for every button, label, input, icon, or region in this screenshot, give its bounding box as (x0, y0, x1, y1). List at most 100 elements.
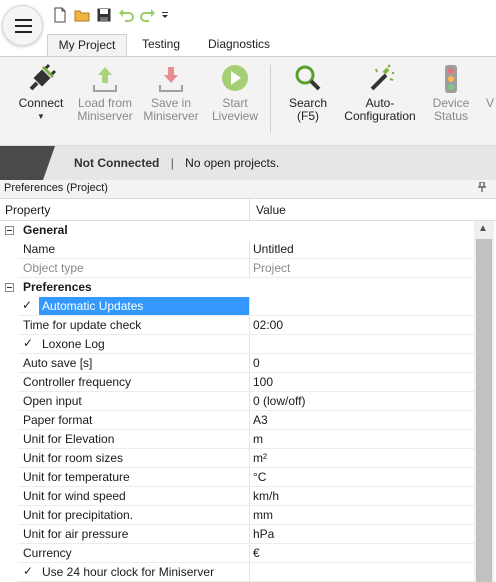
new-file-icon[interactable] (52, 7, 68, 23)
redo-icon[interactable] (140, 7, 156, 23)
category-label: General (23, 223, 68, 237)
property-name: Unit for precipitation. (23, 508, 134, 522)
property-value[interactable]: hPa (253, 525, 474, 544)
ribbon-tabs: My Project Testing Diagnostics (0, 34, 496, 57)
property-value[interactable]: 02:00 (253, 316, 474, 335)
save-in-miniserver-button[interactable]: Save in Miniserver (140, 61, 202, 123)
property-value[interactable]: m (253, 430, 474, 449)
property-name: ✓ Automatic Updates (22, 297, 249, 316)
ribbon: Connect ▼ Load from Miniserver Save in M… (0, 56, 496, 146)
tab-my-project[interactable]: My Project (47, 34, 127, 57)
tab-diagnostics[interactable]: Diagnostics (198, 34, 280, 56)
property-row[interactable]: Object type Project (0, 259, 474, 278)
property-value[interactable]: 100 (253, 373, 474, 392)
property-value[interactable] (253, 563, 474, 582)
upload-icon (74, 61, 136, 97)
property-row[interactable]: Time for update check 02:00 (0, 316, 474, 335)
connect-button[interactable]: Connect ▼ (14, 61, 68, 123)
property-row[interactable]: Unit for precipitation. mm (0, 506, 474, 525)
property-row[interactable]: ✓ Automatic Updates (0, 297, 474, 316)
property-name: Name (23, 242, 56, 256)
property-value[interactable]: km/h (253, 487, 474, 506)
undo-icon[interactable] (118, 7, 134, 23)
property-value[interactable]: 0 (low/off) (253, 392, 474, 411)
magic-wand-icon (340, 61, 420, 97)
tab-testing[interactable]: Testing (131, 34, 191, 56)
open-folder-icon[interactable] (74, 7, 90, 23)
property-value[interactable] (253, 297, 474, 316)
checkbox[interactable]: ✓ (23, 565, 37, 579)
property-value[interactable]: °C (253, 468, 474, 487)
property-rows: General Name Untitled Object type Project Pre… (0, 221, 474, 582)
play-icon (206, 61, 264, 97)
property-row[interactable]: Auto save [s] 0 (0, 354, 474, 373)
property-name: Unit for room sizes (23, 451, 124, 465)
property-column-header[interactable]: Property (5, 203, 50, 217)
status-separator: | (170, 156, 174, 170)
property-name: Unit for Elevation (23, 432, 115, 446)
property-name: Unit for air pressure (23, 527, 129, 541)
property-row[interactable]: ✓ Loxone Log (0, 335, 474, 354)
customize-caret-icon[interactable] (160, 7, 170, 23)
property-value[interactable] (253, 335, 474, 354)
panel-title: Preferences (Project) (4, 182, 108, 194)
category-row[interactable]: Preferences (0, 278, 474, 297)
property-value[interactable]: 0 (253, 354, 474, 373)
connection-status: Not Connected (74, 156, 160, 170)
checkbox[interactable]: ✓ (23, 337, 37, 351)
preferences-panel-header: Preferences (Project) (0, 180, 496, 198)
property-row[interactable]: Paper format A3 (0, 411, 474, 430)
start-liveview-button[interactable]: Start Liveview (206, 61, 264, 123)
auto-configuration-button[interactable]: Auto- Configuration (340, 61, 420, 123)
project-status: No open projects. (185, 156, 280, 170)
property-row[interactable]: Name Untitled (0, 240, 474, 259)
property-value[interactable]: € (253, 544, 474, 563)
device-status-button[interactable]: Device Status (426, 61, 476, 123)
status-stripe-decoration (0, 146, 55, 180)
property-name: Object type (23, 261, 84, 275)
category-row[interactable]: General (0, 221, 474, 240)
property-value[interactable]: mm (253, 506, 474, 525)
connect-icon (14, 61, 68, 97)
property-grid: Property Value General Name Untitled Object… (0, 198, 496, 582)
save-icon[interactable] (96, 7, 112, 23)
property-row[interactable]: Unit for air pressure hPa (0, 525, 474, 544)
property-name: Open input (23, 394, 82, 408)
pin-icon[interactable] (478, 181, 486, 195)
scrollbar-thumb[interactable] (476, 239, 492, 582)
property-row[interactable]: Unit for temperature °C (0, 468, 474, 487)
property-value[interactable]: Untitled (253, 240, 474, 259)
category-label: Preferences (23, 280, 92, 294)
ribbon-divider (270, 65, 271, 133)
property-name: Time for update check (23, 318, 142, 332)
property-row[interactable]: Unit for wind speed km/h (0, 487, 474, 506)
scroll-up-icon[interactable]: ▲ (478, 223, 488, 234)
property-name: Unit for wind speed (23, 489, 126, 503)
checkbox[interactable]: ✓ (22, 299, 36, 313)
grid-header: Property Value (0, 199, 496, 221)
vertical-scrollbar[interactable]: ▲ (474, 221, 494, 582)
property-name: ✓ Use 24 hour clock for Miniserver (23, 564, 215, 580)
overflow-ribbon-button[interactable]: V (486, 61, 496, 110)
property-row[interactable]: ✓ Use 24 hour clock for Miniserver (0, 563, 474, 582)
property-row[interactable]: Unit for room sizes m² (0, 449, 474, 468)
hamburger-menu-button[interactable] (2, 5, 43, 46)
property-row[interactable]: Unit for Elevation m (0, 430, 474, 449)
property-row[interactable]: Controller frequency 100 (0, 373, 474, 392)
hamburger-icon (15, 19, 32, 21)
property-value[interactable]: m² (253, 449, 474, 468)
property-value[interactable]: Project (253, 259, 474, 278)
value-column-header[interactable]: Value (256, 203, 286, 217)
property-name: ✓ Loxone Log (23, 336, 105, 352)
download-icon (140, 61, 202, 97)
collapse-icon[interactable] (5, 283, 14, 292)
property-name: Controller frequency (23, 375, 132, 389)
connect-dropdown-icon: ▼ (37, 112, 45, 121)
search-button[interactable]: Search (F5) (280, 61, 336, 123)
property-row[interactable]: Currency € (0, 544, 474, 563)
property-row[interactable]: Open input 0 (low/off) (0, 392, 474, 411)
property-value[interactable]: A3 (253, 411, 474, 430)
traffic-light-icon (426, 61, 476, 97)
collapse-icon[interactable] (5, 226, 14, 235)
load-from-miniserver-button[interactable]: Load from Miniserver (74, 61, 136, 123)
